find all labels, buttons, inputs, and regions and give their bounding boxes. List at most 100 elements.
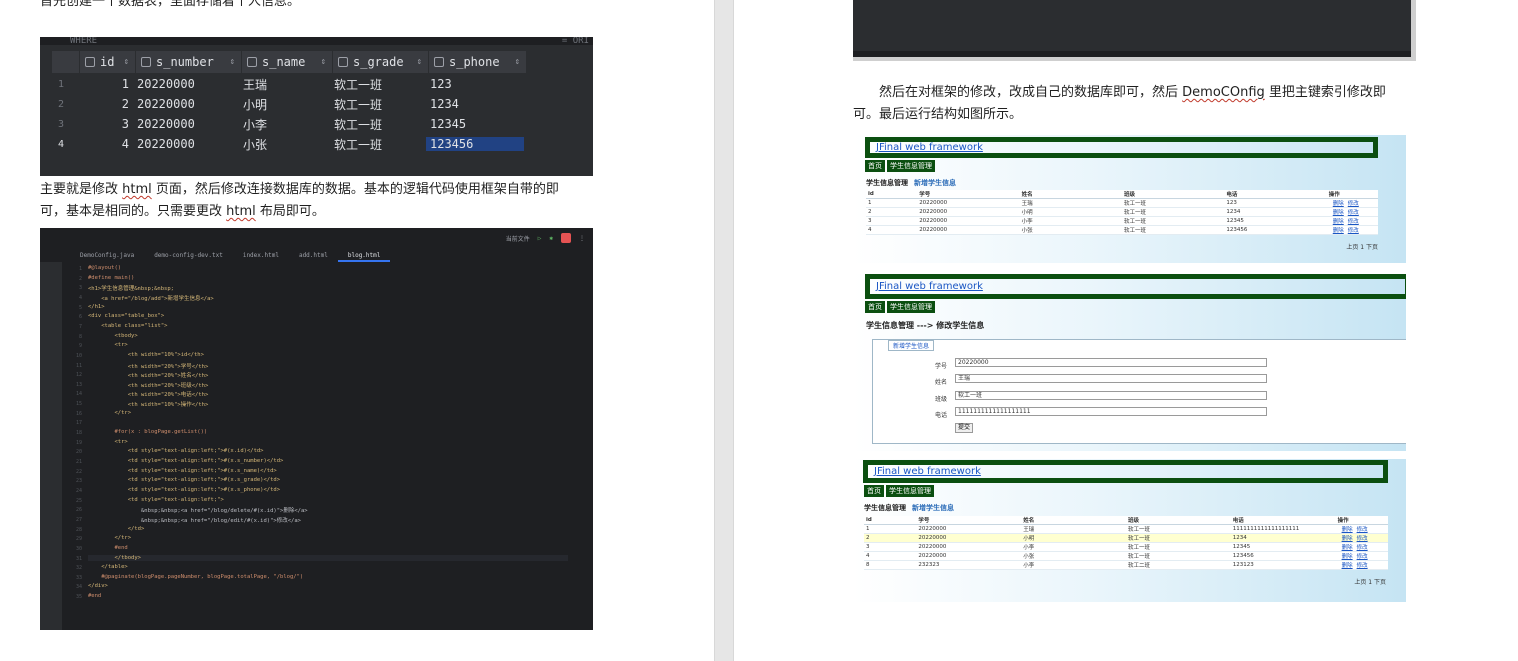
line-number: 23 <box>75 478 82 485</box>
row-actions: 删除 修改 <box>1326 225 1378 235</box>
delete-link[interactable]: 删除 <box>1333 228 1344 234</box>
cell-s-phone[interactable]: 12345 <box>426 117 524 131</box>
cell-id[interactable]: 3 <box>84 117 133 131</box>
edit-link[interactable]: 修改 <box>1348 228 1359 234</box>
cell-s-number[interactable]: 20220000 <box>133 77 239 91</box>
pager[interactable]: 上页 1 下页 <box>1346 242 1378 251</box>
cell-s-name[interactable]: 小张 <box>239 136 330 153</box>
tab-demo-config-dev[interactable]: demo-config-dev.txt <box>144 250 233 262</box>
run-icon[interactable]: ▷ <box>538 235 542 242</box>
table-row: 8 232323 小李 软工二班 123123 删除 修改 <box>864 560 1388 570</box>
input-number[interactable]: 20220000 <box>955 358 1267 367</box>
input-name[interactable]: 王瑞 <box>955 374 1267 383</box>
submit-button[interactable]: 提交 <box>955 423 974 433</box>
column-header-s-grade[interactable]: s_grade ⇕ <box>333 51 429 73</box>
edit-link[interactable]: 修改 <box>1357 536 1368 542</box>
cell-s-grade[interactable]: 软工一班 <box>330 96 426 113</box>
cell-s-number[interactable]: 20220000 <box>133 117 239 131</box>
brand-link[interactable]: JFinal web framework <box>863 460 1388 483</box>
column-header-id[interactable]: id ⇕ <box>80 51 136 73</box>
cell-s-phone[interactable]: 123 <box>426 77 524 91</box>
delete-link[interactable]: 删除 <box>1342 545 1353 551</box>
cell-s-grade[interactable]: 软工一班 <box>330 136 426 153</box>
edit-link[interactable]: 修改 <box>1348 219 1359 225</box>
db-table-row[interactable]: 2 2 20220000 小明 软工一班 1234 <box>40 94 524 114</box>
column-header-s-name[interactable]: s_name ⇕ <box>242 51 333 73</box>
edit-link[interactable]: 修改 <box>1348 210 1359 216</box>
delete-link[interactable]: 删除 <box>1333 210 1344 216</box>
brand-link[interactable]: JFinal web framework <box>865 137 1378 158</box>
table-row: 4 20220000 小张 软工一班 123456 删除 修改 <box>864 551 1388 561</box>
row-number: 2 <box>58 98 65 110</box>
pager[interactable]: 上页 1 下页 <box>1354 577 1386 586</box>
line-number: 19 <box>75 439 82 446</box>
delete-link[interactable]: 删除 <box>1333 219 1344 225</box>
delete-link[interactable]: 删除 <box>1342 563 1353 569</box>
add-student-link[interactable]: 新增学生信息 <box>914 179 956 187</box>
input-grade[interactable]: 软工一班 <box>955 391 1267 400</box>
db-table-row[interactable]: 3 3 20220000 小李 软工一班 12345 <box>40 114 524 134</box>
cell-id[interactable]: 1 <box>84 77 133 91</box>
debug-icon[interactable]: ✱ <box>549 235 553 242</box>
cell-s-phone[interactable]: 1234 <box>426 97 524 111</box>
nav-student-admin[interactable]: 学生信息管理 <box>887 301 935 313</box>
edit-link[interactable]: 修改 <box>1357 554 1368 560</box>
line-number: 27 <box>75 516 82 523</box>
add-student-link[interactable]: 新增学生信息 <box>912 504 954 512</box>
nav-home[interactable]: 首页 <box>864 485 884 497</box>
code-line: <th width="20%">学号</th> <box>88 363 209 370</box>
line-number: 4 <box>78 294 82 301</box>
cell-s-name[interactable]: 王瑞 <box>239 76 330 93</box>
edit-link[interactable]: 修改 <box>1348 201 1359 207</box>
table-cell: 20220000 <box>916 551 1022 561</box>
delete-link[interactable]: 删除 <box>1342 554 1353 560</box>
edit-link[interactable]: 修改 <box>1357 545 1368 551</box>
column-icon <box>141 57 151 67</box>
db-table-row[interactable]: 4 4 20220000 小张 软工一班 123456 <box>40 134 524 154</box>
cell-id[interactable]: 4 <box>84 137 133 151</box>
tab-add-html[interactable]: add.html <box>289 250 338 262</box>
column-header-s-number[interactable]: s_number ⇕ <box>136 51 242 73</box>
cell-s-number[interactable]: 20220000 <box>133 97 239 111</box>
nav-home[interactable]: 首页 <box>865 301 885 313</box>
brand-link[interactable]: JFinal web framework <box>865 274 1406 299</box>
code-line: <td style="text-align:left;">#(x.s_grade… <box>88 477 281 484</box>
cell-s-number[interactable]: 20220000 <box>133 137 239 151</box>
table-cell: 123 <box>1224 198 1327 208</box>
table-cell: 20220000 <box>916 542 1022 552</box>
cell-s-name[interactable]: 小明 <box>239 96 330 113</box>
stop-icon[interactable] <box>561 233 571 243</box>
delete-link[interactable]: 删除 <box>1333 201 1344 207</box>
delete-link[interactable]: 删除 <box>1342 527 1353 533</box>
line-number: 6 <box>78 314 82 321</box>
paragraph-html-intro: 主要就是修改 html 页面，然后修改连接数据库的数据。基本的逻辑代码使用框架自… <box>40 182 559 219</box>
cell-s-phone[interactable]: 123456 <box>426 137 524 151</box>
table-cell: 4 <box>866 225 918 235</box>
edit-link[interactable]: 修改 <box>1357 563 1368 569</box>
code-line: <h1>学生信息管理&nbsp;&nbsp; <box>88 286 174 293</box>
row-actions: 删除 修改 <box>1335 551 1388 561</box>
cell-s-grade[interactable]: 软工一班 <box>330 76 426 93</box>
tab-blog-html[interactable]: blog.html <box>337 250 391 262</box>
nav-home[interactable]: 首页 <box>865 160 885 172</box>
cell-s-grade[interactable]: 软工一班 <box>330 116 426 133</box>
db-header-row: id ⇕ s_number ⇕ s_name ⇕ s_grade ⇕ s_phone ⇕ <box>52 51 527 73</box>
delete-link[interactable]: 删除 <box>1342 536 1353 542</box>
table-cell: 小李 <box>1021 542 1126 552</box>
more-icon[interactable]: ⋮ <box>579 235 585 242</box>
column-header-s-phone[interactable]: s_phone ⇕ <box>429 51 527 73</box>
tab-index-html[interactable]: index.html <box>233 250 289 262</box>
input-phone[interactable]: 1111111111111111111 <box>955 407 1267 416</box>
edit-link[interactable]: 修改 <box>1357 527 1368 533</box>
tab-democonfig[interactable]: DemoConfig.java <box>70 250 144 262</box>
cell-s-name[interactable]: 小李 <box>239 116 330 133</box>
run-config-label[interactable]: 当前文件 <box>506 234 530 243</box>
cell-id[interactable]: 2 <box>84 97 133 111</box>
db-table-row[interactable]: 1 1 20220000 王瑞 软工一班 123 <box>40 74 524 94</box>
nav-student-admin[interactable]: 学生信息管理 <box>887 160 935 172</box>
table-cell: 20220000 <box>916 524 1022 534</box>
code-line: <th width="20%">电话</th> <box>88 392 209 399</box>
student-table: id 学号 姓名 班级 电话 操作 1 20220000 王瑞 软工一班 123 删除 修改 2 20220… <box>866 190 1378 235</box>
nav-student-admin[interactable]: 学生信息管理 <box>886 485 934 497</box>
row-actions: 删除 修改 <box>1335 560 1388 570</box>
